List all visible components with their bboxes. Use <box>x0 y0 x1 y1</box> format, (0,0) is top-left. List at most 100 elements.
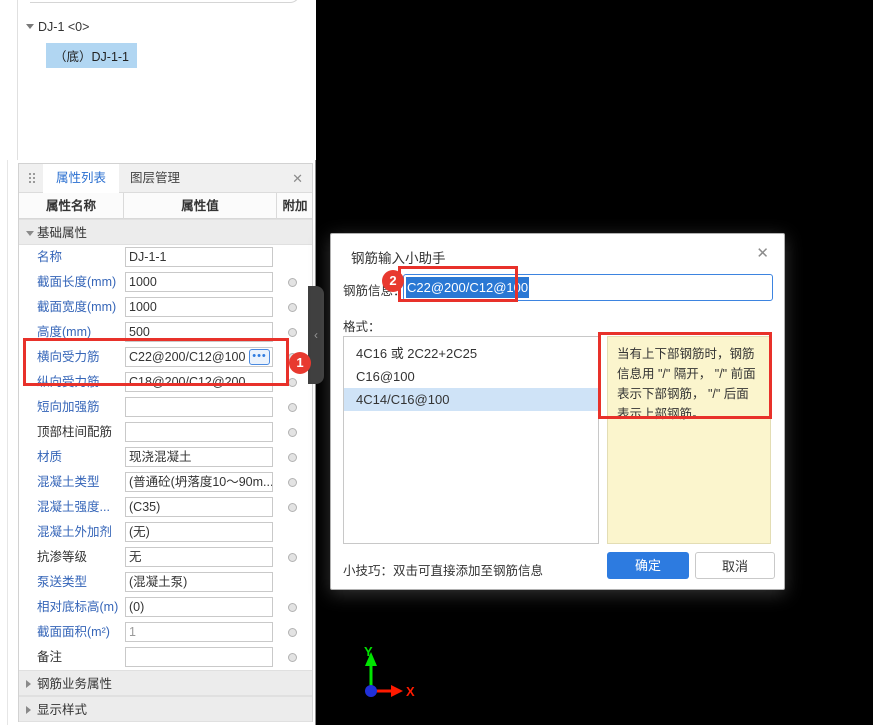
property-value-input[interactable]: C22@200/C12@100••• <box>125 347 273 367</box>
property-value-input[interactable] <box>125 647 273 667</box>
property-value-input[interactable]: 500 <box>125 322 273 342</box>
attach-radio-icon[interactable] <box>288 478 297 487</box>
property-label: 短向加强筋 <box>37 395 100 420</box>
property-row: 高度(mm)500 <box>19 320 312 345</box>
property-value-input[interactable]: C18@200/C12@200 <box>125 372 273 392</box>
caret-right-icon[interactable] <box>26 680 31 688</box>
property-label: 材质 <box>37 445 62 470</box>
property-row: 截面面积(m²) 1 <box>19 620 312 645</box>
format-option[interactable]: C16@100 <box>344 365 598 388</box>
property-label: 相对底标高(m) <box>37 595 118 620</box>
format-option-selected[interactable]: 4C14/C16@100 <box>344 388 598 411</box>
property-value-input[interactable]: (C35) <box>125 497 273 517</box>
attach-radio-icon[interactable] <box>288 378 297 387</box>
rebar-info-input[interactable]: C22@200/C12@100 <box>403 274 773 301</box>
annotation-badge-2: 2 <box>382 270 404 292</box>
caret-right-icon[interactable] <box>26 706 31 714</box>
tree-node-dj1[interactable]: DJ-1 <0> <box>38 20 89 34</box>
group-label: 基础属性 <box>37 220 87 246</box>
property-label: 泵送类型 <box>37 570 87 595</box>
property-label: 顶部柱间配筋 <box>37 420 112 445</box>
format-label: 格式： <box>343 316 381 335</box>
property-row: 混凝土类型 (普通砼(坍落度10～90m... <box>19 470 312 495</box>
attach-radio-icon[interactable] <box>288 628 297 637</box>
format-option[interactable]: 4C16 或 2C22+2C25 <box>344 342 598 365</box>
tree-node-dj11-selected[interactable]: （底）DJ-1-1 <box>46 43 137 68</box>
property-rows: 基础属性名称DJ-1-1截面长度(mm)1000截面宽度(mm)1000高度(m… <box>19 219 312 722</box>
format-list: 4C16 或 2C22+2C25C16@1004C14/C16@100 <box>343 336 599 544</box>
property-value-input[interactable]: (无) <box>125 522 273 542</box>
property-dock: 属性列表 图层管理 ✕ 属性名称 属性值 附加 基础属性名称 DJ-1-1 截面长度… <box>18 163 313 722</box>
property-value-input[interactable]: 1 <box>125 622 273 642</box>
property-label: 名称 <box>37 245 62 270</box>
component-tree: DJ-1 <0> （底）DJ-1-1 <box>0 0 316 160</box>
property-value-input[interactable]: (普通砼(坍落度10～90m... <box>125 472 273 492</box>
axis-origin-dot <box>365 685 377 697</box>
property-row: 截面长度(mm) 1000 <box>19 270 312 295</box>
x-axis-label: X <box>406 684 415 699</box>
attach-radio-icon[interactable] <box>288 303 297 312</box>
property-row: 顶部柱间配筋 <box>19 420 312 445</box>
annotation-badge-1: 1 <box>289 352 311 374</box>
property-label: 截面长度(mm) <box>37 270 116 295</box>
dock-close-icon[interactable]: ✕ <box>292 172 303 185</box>
property-group-row[interactable]: 显示样式 <box>19 696 312 722</box>
tree-divider <box>17 0 18 160</box>
property-row: 材质 现浇混凝土 <box>19 445 312 470</box>
panel-collapse-handle[interactable]: ‹ <box>308 286 324 384</box>
property-value-input[interactable] <box>125 397 273 417</box>
property-value-input[interactable]: (混凝土泵) <box>125 572 273 592</box>
property-row: 横向受力筋 C22@200/C12@100••• <box>19 345 312 370</box>
dock-tabbar: 属性列表 图层管理 ✕ <box>19 164 312 193</box>
property-value-input[interactable] <box>125 422 273 442</box>
attach-radio-icon[interactable] <box>288 603 297 612</box>
attach-radio-icon[interactable] <box>288 503 297 512</box>
attach-radio-icon[interactable] <box>288 328 297 337</box>
property-label: 混凝土类型 <box>37 470 100 495</box>
property-value-input[interactable]: 现浇混凝土 <box>125 447 273 467</box>
caret-down-icon[interactable] <box>26 231 34 236</box>
tab-layer-manage[interactable]: 图层管理 <box>117 164 193 193</box>
tree-expand-icon[interactable] <box>26 24 34 29</box>
property-value-input[interactable]: 无 <box>125 547 273 567</box>
left-dock-panel: DJ-1 <0> （底）DJ-1-1 属性列表 图层管理 ✕ 属性名称 属性值 … <box>0 0 316 725</box>
property-row: 截面宽度(mm)1000 <box>19 295 312 320</box>
property-label: 截面面积(m²) <box>37 620 110 645</box>
selected-input-text: C22@200/C12@100 <box>406 277 529 298</box>
cutoff-toolbar-edge <box>30 0 300 3</box>
property-row: 名称 DJ-1-1 <box>19 245 312 270</box>
x-axis-arrow-icon <box>391 685 403 697</box>
property-value-input[interactable]: 1000 <box>125 297 273 317</box>
attach-radio-icon[interactable] <box>288 403 297 412</box>
axis-gizmo: Y X <box>350 638 420 710</box>
header-prop-name: 属性名称 <box>19 193 123 219</box>
property-group-row[interactable]: 基础属性 <box>19 219 312 245</box>
attach-radio-icon[interactable] <box>288 553 297 562</box>
ellipsis-button[interactable]: ••• <box>249 349 270 365</box>
drag-handle-icon[interactable] <box>29 173 31 175</box>
ok-button[interactable]: 确定 <box>607 552 689 579</box>
property-value-input[interactable]: (0) <box>125 597 273 617</box>
dialog-close-icon[interactable]: ✕ <box>756 246 769 261</box>
property-row: 混凝土外加剂 (无) <box>19 520 312 545</box>
attach-radio-icon[interactable] <box>288 278 297 287</box>
cancel-button[interactable]: 取消 <box>695 552 775 579</box>
property-value-input[interactable]: DJ-1-1 <box>125 247 273 267</box>
note-text: 当有上下部钢筋时，钢筋信息用 "/" 隔开， "/" 前面表示下部钢筋， "/"… <box>608 337 770 431</box>
property-row: 纵向受力筋C18@200/C12@200 <box>19 370 312 395</box>
property-table-header: 属性名称 属性值 附加 <box>19 193 312 219</box>
property-row: 混凝土强度...(C35) <box>19 495 312 520</box>
group-label: 显示样式 <box>37 697 87 723</box>
attach-radio-icon[interactable] <box>288 653 297 662</box>
property-value-input[interactable]: 1000 <box>125 272 273 292</box>
property-label: 横向受力筋 <box>37 345 100 370</box>
attach-radio-icon[interactable] <box>288 453 297 462</box>
property-row: 相对底标高(m) (0) <box>19 595 312 620</box>
dialog-title: 钢筋输入小助手 <box>351 247 446 267</box>
property-row: 泵送类型 (混凝土泵) <box>19 570 312 595</box>
tab-property-list[interactable]: 属性列表 <box>43 164 119 193</box>
property-label: 混凝土外加剂 <box>37 520 112 545</box>
note-panel: 当有上下部钢筋时，钢筋信息用 "/" 隔开， "/" 前面表示下部钢筋， "/"… <box>607 336 771 544</box>
attach-radio-icon[interactable] <box>288 428 297 437</box>
property-group-row[interactable]: 钢筋业务属性 <box>19 670 312 696</box>
